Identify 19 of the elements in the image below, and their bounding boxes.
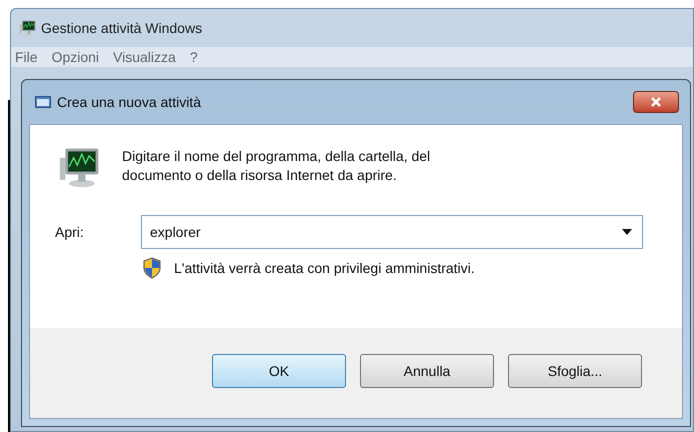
dialog-button[interactable]: OK — [212, 354, 346, 388]
close-button[interactable] — [633, 91, 679, 113]
menu-item[interactable]: ? — [190, 46, 198, 68]
menu-item[interactable]: Visualizza — [113, 46, 176, 68]
shield-icon — [142, 257, 162, 279]
window-title: Gestione attività Windows — [41, 18, 202, 38]
menu-item[interactable]: Opzioni — [52, 46, 100, 68]
dialog-title: Crea una nuova attività — [57, 92, 201, 112]
open-combobox[interactable]: explorer — [141, 215, 643, 249]
description-text: Digitare il nome del programma, della cartella, del documento o della risorsa Internet da aprire. — [122, 147, 432, 185]
field-label: Apri: — [55, 222, 85, 242]
run-window-icon — [35, 96, 51, 108]
close-icon — [650, 97, 662, 107]
computer-monitor-icon — [19, 19, 37, 37]
menu-item[interactable]: File — [15, 46, 38, 68]
dropdown-caret-icon — [622, 229, 632, 235]
dialog-button[interactable]: Sfoglia... — [508, 354, 642, 388]
dialog-button[interactable]: Annulla — [360, 354, 494, 388]
admin-note: L'attività verrà creata con privilegi amministrativi. — [174, 258, 475, 278]
